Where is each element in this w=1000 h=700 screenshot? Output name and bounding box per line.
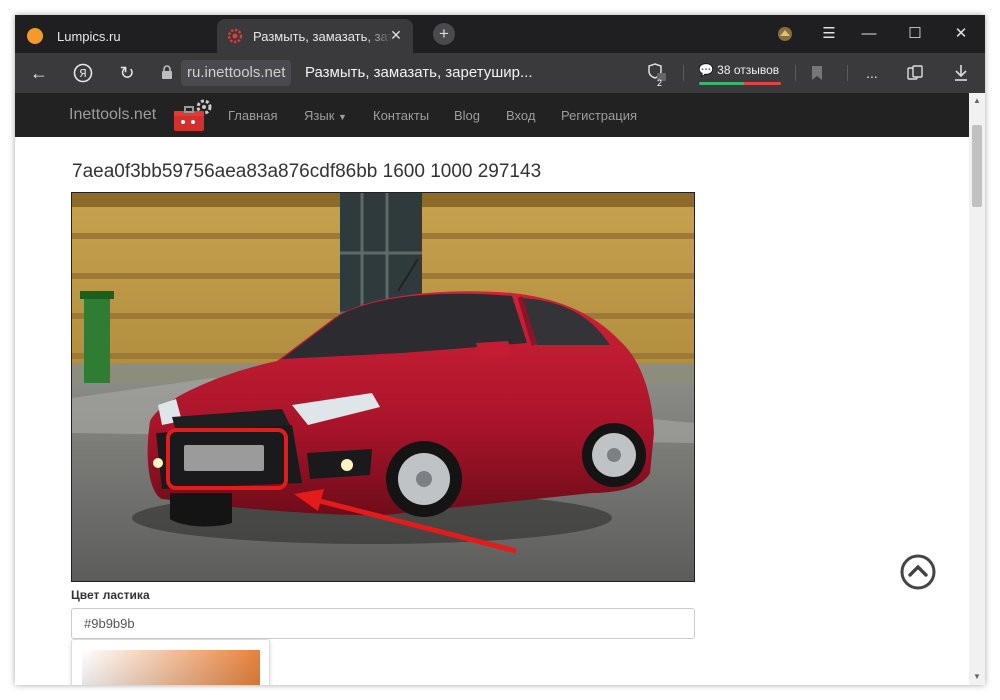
eraser-color-label: Цвет ластика (71, 588, 150, 602)
page-title: 7aea0f3bb59756aea83a876cdf86bb 1600 1000… (72, 161, 542, 182)
tab-title: Размыть, замазать, затереть (253, 28, 393, 44)
minimize-icon[interactable]: — (857, 23, 881, 45)
protect-shield-icon[interactable]: 2 (645, 62, 669, 88)
menu-icon[interactable]: ☰ (817, 23, 841, 45)
url-page-title[interactable]: Размыть, замазать, заретушир... (305, 60, 625, 86)
divider (847, 65, 848, 81)
nav-blog[interactable]: Blog (454, 108, 480, 123)
scroll-to-top-icon[interactable] (899, 553, 937, 591)
speech-bubble-icon: 💬 (698, 63, 714, 77)
scroll-thumb[interactable] (972, 125, 982, 207)
tab-inettools[interactable]: Размыть, замазать, затереть ✕ (217, 19, 413, 53)
collections-icon[interactable] (903, 62, 927, 84)
tab-title: Lumpics.ru (57, 28, 121, 44)
color-picker-popup (71, 639, 270, 685)
car-photo-canvas[interactable] (71, 192, 695, 582)
nav-contacts[interactable]: Контакты (373, 108, 429, 123)
more-button[interactable]: ... (860, 62, 884, 84)
reviews-button[interactable]: 💬 38 отзывов (697, 61, 781, 87)
download-icon[interactable] (949, 62, 973, 84)
color-gradient-area[interactable] (82, 650, 260, 685)
maximize-icon[interactable]: ☐ (903, 23, 927, 45)
reviews-label: 38 отзывов (717, 63, 780, 77)
bookmark-icon[interactable] (805, 62, 829, 84)
site-brand[interactable]: Inettools.net (69, 106, 156, 124)
tab-bar: Lumpics.ru Размыть, замазать, затереть ✕… (15, 15, 985, 53)
nav-register[interactable]: Регистрация (561, 108, 637, 123)
page-viewport: Inettools.net Главная Язык ▼ Контакты Bl… (15, 93, 969, 685)
scroll-down-arrow-icon[interactable]: ▼ (973, 673, 981, 681)
page-scrollbar[interactable]: ▲ ▼ (969, 93, 985, 685)
url-domain[interactable]: ru.inettools.net (181, 60, 292, 86)
lock-icon (161, 65, 173, 79)
address-bar: ← Я ↻ ru.inettools.net Размыть, замазать… (15, 53, 985, 93)
close-tab-icon[interactable]: ✕ (389, 28, 403, 42)
svg-text:Я: Я (79, 67, 87, 80)
extension-icon[interactable] (773, 23, 797, 45)
divider (683, 65, 684, 81)
yandex-icon[interactable]: Я (71, 62, 95, 84)
scroll-up-arrow-icon[interactable]: ▲ (973, 97, 981, 105)
nav-login[interactable]: Вход (506, 108, 535, 123)
orange-circle-icon (27, 28, 43, 44)
red-gear-icon (227, 28, 243, 44)
back-icon[interactable]: ← (27, 62, 51, 84)
browser-window: Lumpics.ru Размыть, замазать, затереть ✕… (15, 15, 985, 685)
nav-language[interactable]: Язык ▼ (304, 108, 347, 123)
toolbox-logo-icon[interactable] (170, 99, 214, 135)
reload-icon[interactable]: ↻ (115, 62, 139, 84)
nav-language-label: Язык (304, 108, 335, 123)
rating-bar (699, 82, 781, 85)
shield-badge: 2 (657, 78, 663, 88)
nav-home[interactable]: Главная (228, 108, 277, 123)
eraser-color-input[interactable] (71, 608, 695, 639)
new-tab-button[interactable]: + (433, 23, 455, 45)
tab-lumpics[interactable]: Lumpics.ru (15, 19, 215, 53)
divider (795, 65, 796, 81)
site-navbar: Inettools.net Главная Язык ▼ Контакты Bl… (15, 93, 969, 137)
caret-down-icon: ▼ (338, 112, 347, 122)
close-window-icon[interactable]: ✕ (949, 23, 973, 45)
